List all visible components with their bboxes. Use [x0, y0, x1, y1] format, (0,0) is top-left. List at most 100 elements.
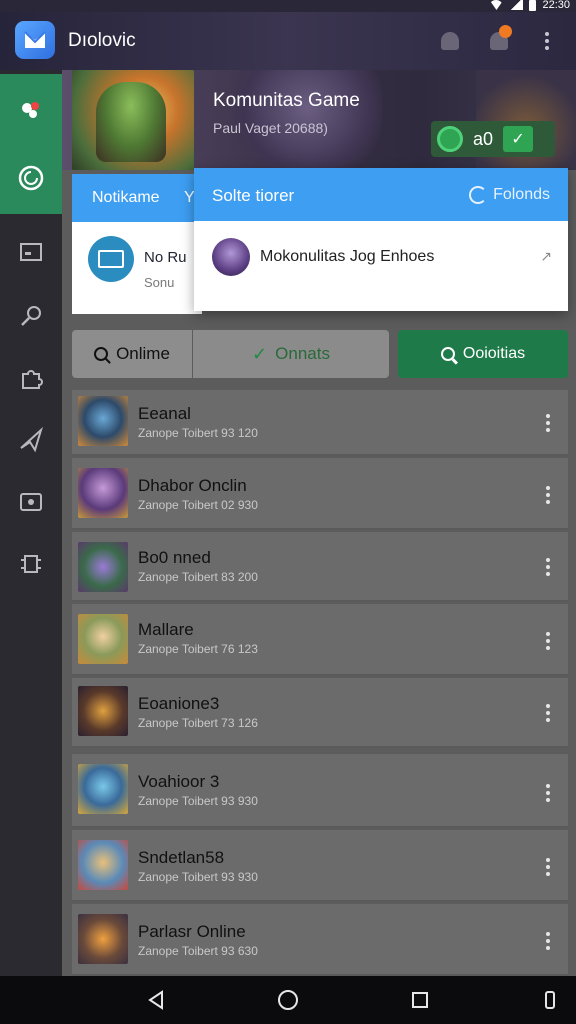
hero-character-art	[96, 82, 166, 162]
overflow-menu-button[interactable]	[534, 28, 560, 54]
tool-icon	[17, 302, 45, 330]
hero-title: Komunitas Game	[213, 90, 360, 111]
popup-refresh-button[interactable]: Folonds	[469, 186, 550, 204]
status-time: 22:30	[542, 0, 570, 11]
more-vert-icon[interactable]	[546, 704, 550, 722]
game-thumbnail	[78, 542, 128, 592]
notification-card-line2: Sonu	[144, 275, 175, 290]
game-title: Voahioor 3	[138, 772, 220, 791]
game-thumbnail	[78, 614, 128, 664]
more-vert-icon	[545, 32, 549, 50]
notification-card-header: Notikame Y	[72, 174, 202, 222]
game-subtitle: Zanope Toibert 93 630	[138, 944, 258, 958]
game-title: Eeanal	[138, 404, 191, 423]
sidebar-item-home[interactable]	[0, 74, 62, 146]
more-vert-icon[interactable]	[546, 486, 550, 504]
search-button-label: Ooioitias	[462, 345, 526, 362]
back-icon	[148, 990, 163, 1010]
more-vert-icon[interactable]	[546, 632, 550, 650]
game-subtitle: Zanope Toibert 02 930	[138, 498, 258, 512]
game-controller-icon	[17, 96, 45, 124]
more-vert-icon[interactable]	[546, 558, 550, 576]
game-title: Bo0 nned	[138, 548, 211, 567]
more-vert-icon[interactable]	[546, 858, 550, 876]
popup-header: Solte tiorer Folonds	[194, 168, 568, 221]
game-title: Mallare	[138, 620, 194, 639]
notification-badge	[499, 25, 512, 38]
battery-icon	[529, 0, 537, 11]
notification-card-line1: No Ru	[144, 249, 187, 266]
list-item[interactable]: Mallare Zanope Toibert 76 123	[72, 604, 568, 676]
tab-onnats-label: Onnats	[275, 344, 330, 363]
search-icon	[94, 347, 109, 361]
game-list: Eeanal Zanope Toibert 93 120 Dhabor Oncl…	[72, 390, 568, 976]
notifications-button[interactable]	[437, 28, 463, 54]
avatar	[212, 238, 250, 276]
list-item[interactable]: Voahioor 3 Zanope Toibert 93 930	[72, 754, 568, 828]
accessibility-button[interactable]	[538, 988, 562, 1012]
sidebar-item-community[interactable]	[0, 142, 62, 214]
game-title: Parlasr Online	[138, 922, 246, 941]
check-icon[interactable]: ✓	[503, 126, 534, 152]
game-subtitle: Zanope Toibert 93 930	[138, 870, 258, 884]
home-icon	[278, 990, 298, 1010]
list-item[interactable]: Bo0 nned Zanope Toibert 83 200	[72, 532, 568, 602]
recents-button[interactable]	[408, 988, 432, 1012]
sidebar	[0, 70, 62, 976]
window-icon	[17, 238, 45, 266]
popup-item-text: Mokonulitas Jog Enhoes	[260, 248, 435, 265]
game-subtitle: Zanope Toibert 83 200	[138, 570, 258, 584]
game-thumbnail	[78, 840, 128, 890]
tab-onnats[interactable]: ✓ Onnats	[193, 330, 389, 378]
app-bar: Dıolovic	[0, 12, 576, 70]
more-vert-icon[interactable]	[546, 414, 550, 432]
game-title: Dhabor Onclin	[138, 476, 247, 495]
popup-menu: Solte tiorer Folonds Mokonulitas Jog Enh…	[194, 168, 568, 311]
more-vert-icon[interactable]	[546, 932, 550, 950]
popup-title: Solte tiorer	[212, 186, 295, 205]
hero-subtitle: Paul Vaget 20688)	[213, 120, 328, 136]
list-item[interactable]: Sndetlan58 Zanope Toibert 93 930	[72, 830, 568, 902]
puzzle-icon	[17, 364, 45, 392]
bell-icon	[441, 32, 459, 50]
filter-bar: Onlime ✓ Onnats Ooioitias	[72, 330, 568, 378]
online-count: a0	[473, 128, 494, 149]
popup-item[interactable]: Mokonulitas Jog Enhoes	[212, 238, 434, 276]
popup-action-label: Folonds	[493, 186, 550, 203]
community-hero-banner: Komunitas Game Paul Vaget 20688) a0 ✓	[62, 70, 576, 170]
signal-icon	[509, 0, 524, 10]
sidebar-item-settings[interactable]	[0, 528, 62, 600]
more-vert-icon[interactable]	[546, 784, 550, 802]
open-arrow-icon[interactable]: ↗	[540, 248, 552, 265]
game-title: Eoanione3	[138, 694, 220, 713]
list-item[interactable]: Eoanione3 Zanope Toibert 73 126	[72, 678, 568, 748]
alerts-button[interactable]	[486, 25, 512, 54]
app-root: 22:30 Dıolovic Komunitas Game Paul Vaget…	[0, 0, 576, 1024]
game-thumbnail	[78, 914, 128, 964]
clock-icon	[17, 164, 45, 192]
refresh-icon	[469, 186, 488, 204]
online-count-pill[interactable]: a0 ✓	[431, 121, 555, 157]
game-thumbnail	[78, 686, 128, 736]
search-button[interactable]: Ooioitias	[398, 330, 568, 378]
list-item[interactable]: Eeanal Zanope Toibert 93 120	[72, 390, 568, 456]
notification-card[interactable]: Notikame Y No Ru Sonu	[72, 174, 202, 314]
list-item[interactable]: Parlasr Online Zanope Toibert 93 630	[72, 904, 568, 976]
sidebar-item-window[interactable]	[0, 216, 62, 288]
tab-online-label: Onlime	[116, 344, 170, 363]
game-subtitle: Zanope Toibert 73 126	[138, 716, 258, 730]
back-button[interactable]	[144, 988, 168, 1012]
send-icon	[17, 426, 45, 454]
media-icon	[17, 488, 45, 516]
home-button[interactable]	[276, 988, 300, 1012]
list-item[interactable]: Dhabor Onclin Zanope Toibert 02 930	[72, 458, 568, 530]
circuit-icon	[17, 550, 45, 578]
game-thumbnail	[78, 764, 128, 814]
message-icon	[88, 236, 134, 282]
system-nav-bar	[0, 976, 576, 1024]
game-title: Sndetlan58	[138, 848, 225, 867]
tab-online[interactable]: Onlime	[72, 330, 192, 378]
app-title: Dıolovic	[68, 30, 136, 51]
online-status-icon	[437, 126, 463, 152]
app-logo-icon[interactable]	[15, 21, 55, 59]
